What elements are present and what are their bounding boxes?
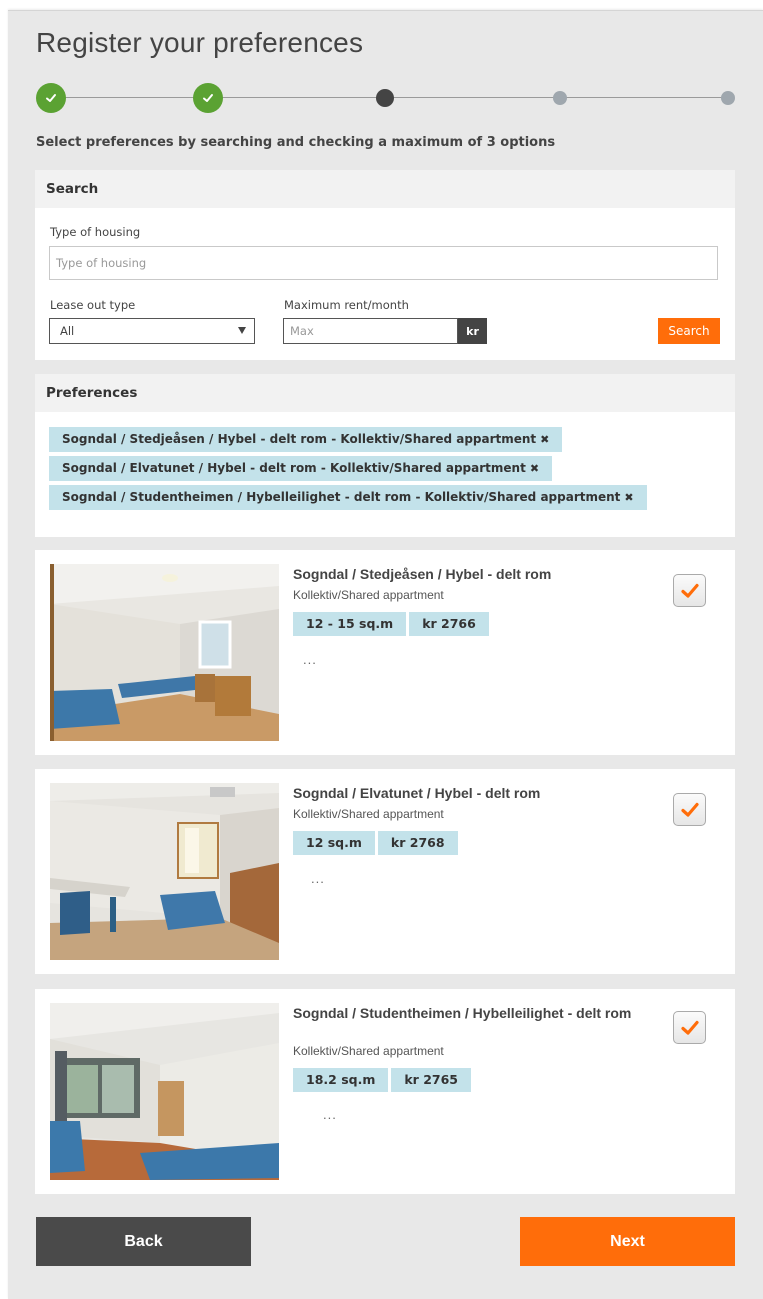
- listing-subtitle: Kollektiv/Shared appartment: [293, 588, 444, 602]
- check-icon: [680, 802, 699, 817]
- back-button[interactable]: Back: [36, 1217, 251, 1266]
- max-rent-label: Maximum rent/month: [284, 298, 409, 312]
- max-rent-input[interactable]: Max: [283, 318, 458, 344]
- listing-subtitle: Kollektiv/Shared appartment: [293, 1044, 444, 1058]
- remove-icon[interactable]: ✖: [624, 491, 633, 504]
- listing-title[interactable]: Sogndal / Elvatunet / Hybel - delt rom: [293, 785, 663, 802]
- step-4-pending: [553, 91, 567, 105]
- chevron-down-icon: [238, 327, 246, 334]
- listing-card: Sogndal / Stedjeåsen / Hybel - delt rom …: [35, 550, 735, 755]
- listing-card: Sogndal / Studentheimen / Hybelleilighet…: [35, 989, 735, 1194]
- housing-type-input[interactable]: Type of housing: [49, 246, 718, 280]
- preferences-heading: Preferences: [35, 374, 735, 412]
- preferences-page: Register your preferences Select prefere…: [8, 10, 763, 1299]
- next-button[interactable]: Next: [520, 1217, 735, 1266]
- preference-tag-label: Sogndal / Stedjeåsen / Hybel - delt rom …: [62, 432, 537, 446]
- instruction-text: Select preferences by searching and chec…: [36, 135, 556, 150]
- check-icon: [203, 94, 213, 102]
- search-heading: Search: [35, 170, 735, 208]
- select-checkbox[interactable]: [673, 574, 706, 607]
- preference-tag-list: Sogndal / Stedjeåsen / Hybel - delt rom …: [49, 427, 647, 514]
- preference-tag[interactable]: Sogndal / Stedjeåsen / Hybel - delt rom …: [49, 427, 563, 452]
- listing-badges: 12 sq.m kr 2768: [293, 831, 458, 855]
- select-checkbox[interactable]: [673, 1011, 706, 1044]
- size-badge: 12 sq.m: [293, 831, 375, 855]
- preferences-panel: Preferences Sogndal / Stedjeåsen / Hybel…: [35, 374, 735, 537]
- lease-type-label: Lease out type: [50, 298, 136, 312]
- more-link[interactable]: ...: [303, 652, 317, 667]
- room-photo: [50, 1003, 279, 1180]
- preference-tag[interactable]: Sogndal / Elvatunet / Hybel - delt rom -…: [49, 456, 553, 481]
- price-badge: kr 2766: [409, 612, 489, 636]
- listing-title[interactable]: Sogndal / Studentheimen / Hybelleilighet…: [293, 1005, 663, 1022]
- currency-addon: kr: [458, 318, 487, 344]
- step-1-complete: [36, 83, 66, 113]
- lease-type-select[interactable]: All: [49, 318, 255, 344]
- room-photo: [50, 783, 279, 960]
- size-badge: 18.2 sq.m: [293, 1068, 389, 1092]
- more-link[interactable]: ...: [311, 871, 325, 886]
- listing-badges: 18.2 sq.m kr 2765: [293, 1068, 471, 1092]
- preference-tag-label: Sogndal / Elvatunet / Hybel - delt rom -…: [62, 461, 526, 475]
- select-checkbox[interactable]: [673, 793, 706, 826]
- listing-subtitle: Kollektiv/Shared appartment: [293, 807, 444, 821]
- preference-tag[interactable]: Sogndal / Studentheimen / Hybelleilighet…: [49, 485, 647, 510]
- preference-tag-label: Sogndal / Studentheimen / Hybelleilighet…: [62, 490, 621, 504]
- step-2-complete: [193, 83, 223, 113]
- search-button[interactable]: Search: [658, 318, 720, 344]
- remove-icon[interactable]: ✖: [540, 433, 549, 446]
- progress-stepper: [36, 83, 736, 113]
- listing-card: Sogndal / Elvatunet / Hybel - delt rom K…: [35, 769, 735, 974]
- remove-icon[interactable]: ✖: [530, 462, 539, 475]
- lease-type-value: All: [60, 324, 75, 338]
- price-badge: kr 2765: [391, 1068, 471, 1092]
- step-3-current: [376, 89, 394, 107]
- more-link[interactable]: ...: [323, 1107, 337, 1122]
- listing-badges: 12 - 15 sq.m kr 2766: [293, 612, 489, 636]
- housing-type-label: Type of housing: [50, 225, 141, 239]
- page-title: Register your preferences: [36, 27, 364, 58]
- room-photo: [50, 564, 279, 741]
- check-icon: [46, 94, 56, 102]
- search-panel: Search Type of housing Type of housing L…: [35, 170, 735, 360]
- size-badge: 12 - 15 sq.m: [293, 612, 407, 636]
- check-icon: [680, 583, 699, 598]
- check-icon: [680, 1020, 699, 1035]
- price-badge: kr 2768: [377, 831, 458, 855]
- step-5-pending: [721, 91, 735, 105]
- listing-title[interactable]: Sogndal / Stedjeåsen / Hybel - delt rom: [293, 566, 663, 583]
